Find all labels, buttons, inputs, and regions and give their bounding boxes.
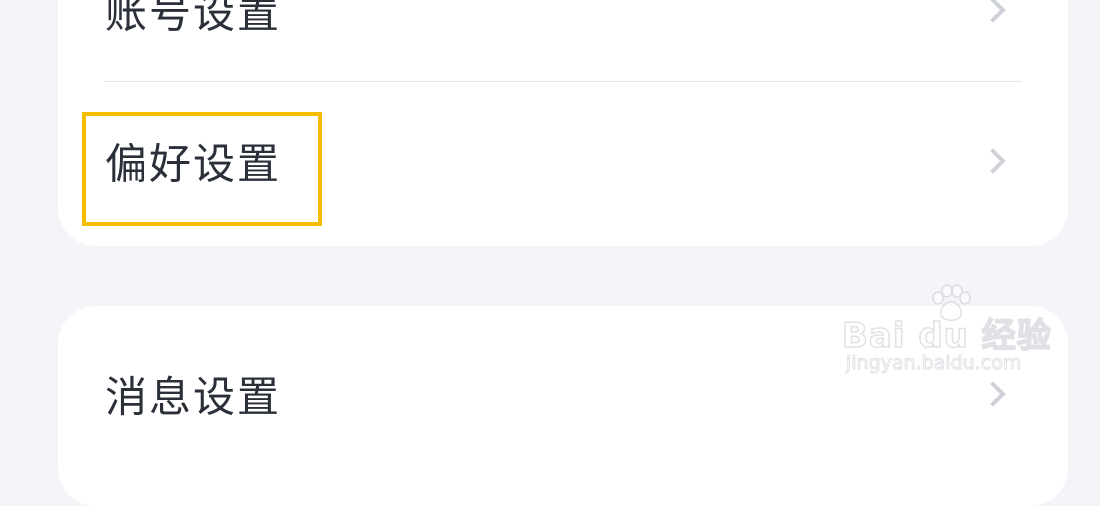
chevron-right-icon: [980, 148, 1006, 174]
highlight-box: [82, 112, 322, 226]
message-settings-label: 消息设置: [105, 372, 282, 422]
watermark: Bai du 经验 jingyan.baidu.com: [838, 282, 1051, 382]
watermark-brand: Bai du 经验: [841, 315, 1052, 357]
account-settings-row[interactable]: 账号设置: [58, 0, 1068, 60]
account-settings-label: 账号设置: [105, 0, 282, 38]
watermark-site: jingyan.baidu.com: [845, 352, 1022, 375]
chevron-right-icon: [980, 0, 1006, 23]
chevron-right-icon: [980, 381, 1006, 407]
divider: [104, 81, 1022, 82]
